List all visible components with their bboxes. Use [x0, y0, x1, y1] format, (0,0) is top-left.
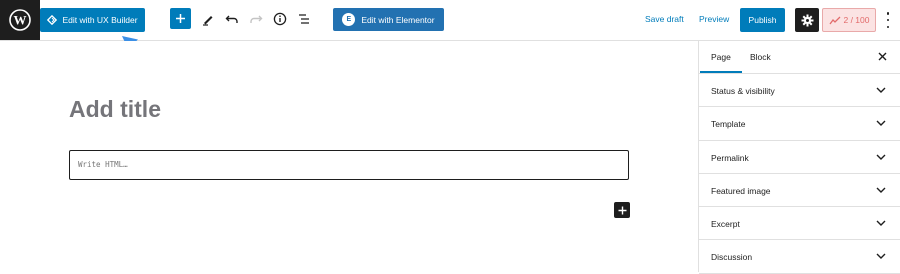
editor-canvas: Add title Write HTML… — [0, 41, 698, 272]
close-sidebar-button[interactable] — [876, 50, 888, 62]
tab-block[interactable]: Block — [750, 52, 771, 62]
pencil-icon — [203, 16, 213, 26]
panel-excerpt[interactable]: Excerpt — [699, 207, 900, 241]
wordpress-logo-icon[interactable]: W — [0, 0, 40, 40]
undo-icon — [225, 15, 238, 23]
list-view-button[interactable] — [295, 10, 313, 28]
seo-score-value: 2 / 100 — [843, 15, 870, 25]
panel-title: Status & visibility — [711, 86, 775, 96]
chevron-down-icon — [876, 120, 886, 127]
settings-sidebar: Page Block Status & visibility Template … — [698, 41, 900, 274]
panel-discussion[interactable]: Discussion — [699, 240, 900, 274]
panel-title: Excerpt — [711, 219, 740, 230]
save-draft-button[interactable]: Save draft — [645, 14, 684, 24]
close-icon — [878, 52, 886, 60]
plus-icon — [176, 14, 185, 23]
edit-with-elementor-button[interactable]: E Edit with Elementor — [333, 8, 444, 31]
chevron-down-icon — [876, 253, 886, 260]
panel-title: Template — [711, 119, 746, 130]
more-vertical-icon[interactable] — [884, 11, 892, 29]
panel-template[interactable]: Template — [699, 107, 900, 141]
redo-icon — [250, 15, 263, 23]
elementor-label: Edit with Elementor — [361, 14, 435, 25]
details-button[interactable] — [271, 10, 289, 28]
info-icon — [273, 12, 287, 26]
plus-icon — [618, 206, 626, 214]
publish-button[interactable]: Publish — [740, 8, 785, 32]
panel-title: Discussion — [711, 252, 753, 263]
post-title-input[interactable]: Add title — [69, 96, 161, 123]
sidebar-tabs: Page Block — [699, 41, 900, 74]
chevron-down-icon — [876, 87, 886, 93]
redo-button[interactable] — [247, 10, 265, 28]
seo-chart-icon — [828, 16, 840, 24]
tools-button[interactable] — [199, 10, 217, 28]
svg-text:W: W — [14, 13, 27, 28]
chevron-down-icon — [876, 220, 886, 227]
panel-title: Permalink — [711, 152, 749, 163]
ux-builder-label: Edit with UX Builder — [62, 15, 138, 25]
edit-with-ux-builder-button[interactable]: Edit with UX Builder — [40, 8, 145, 32]
panel-featured-image[interactable]: Featured image — [699, 174, 900, 208]
elementor-logo-icon: E — [342, 13, 356, 26]
undo-button[interactable] — [223, 10, 241, 28]
gear-icon — [801, 14, 813, 26]
chevron-down-icon — [876, 154, 886, 160]
ux-builder-icon — [47, 15, 58, 25]
chevron-down-icon — [876, 187, 886, 193]
html-block-input[interactable]: Write HTML… — [69, 150, 629, 180]
tab-page[interactable]: Page — [700, 52, 742, 73]
list-view-icon — [299, 14, 309, 24]
seo-score-button[interactable]: 2 / 100 — [822, 8, 876, 32]
add-block-button[interactable] — [170, 8, 191, 29]
block-appender-button[interactable] — [614, 202, 630, 218]
panel-title: Featured image — [711, 185, 771, 196]
preview-button[interactable]: Preview — [699, 14, 729, 24]
panel-status-visibility[interactable]: Status & visibility — [699, 74, 900, 108]
panel-permalink[interactable]: Permalink — [699, 141, 900, 174]
settings-button[interactable] — [795, 8, 819, 32]
